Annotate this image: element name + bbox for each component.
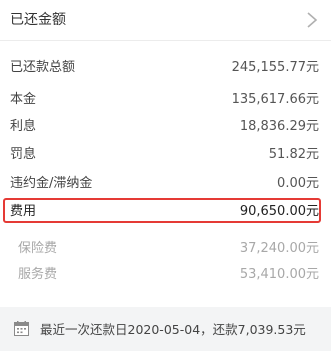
row-value: 245,155.77元 bbox=[231, 60, 319, 75]
row-label: 已还款总额 bbox=[10, 60, 76, 75]
calendar-icon bbox=[14, 321, 29, 336]
highlight-box bbox=[3, 198, 321, 223]
row-total-repaid: 已还款总额 245,155.77元 bbox=[0, 53, 331, 79]
row-value: 0.00元 bbox=[277, 176, 319, 191]
last-repayment-footer: 最近一次还款日2020-05-04，还款7,039.53元 bbox=[0, 307, 331, 351]
row-label: 罚息 bbox=[10, 147, 37, 162]
header-divider bbox=[0, 40, 331, 41]
row-penalty-interest: 罚息 51.82元 bbox=[0, 140, 331, 166]
row-value: 51.82元 bbox=[268, 147, 319, 162]
row-label: 保险费 bbox=[18, 241, 58, 256]
chevron-right-icon[interactable] bbox=[305, 11, 319, 29]
row-label: 违约金/滞纳金 bbox=[10, 176, 93, 191]
row-value: 18,836.29元 bbox=[239, 119, 319, 134]
row-label: 服务费 bbox=[18, 267, 58, 282]
repaid-amount-card: 已还金额 已还款总额 245,155.77元 本金 135,617.66元 利息… bbox=[0, 0, 331, 307]
row-service-fee: 服务费 53,410.00元 bbox=[0, 260, 331, 286]
row-interest: 利息 18,836.29元 bbox=[0, 112, 331, 138]
row-insurance-fee: 保险费 37,240.00元 bbox=[0, 234, 331, 260]
row-label: 利息 bbox=[10, 119, 37, 134]
last-repayment-text: 最近一次还款日2020-05-04，还款7,039.53元 bbox=[40, 322, 306, 337]
row-label: 本金 bbox=[10, 92, 37, 107]
row-late-fee: 违约金/滞纳金 0.00元 bbox=[0, 169, 331, 195]
repaid-amount-header[interactable]: 已还金额 bbox=[0, 0, 331, 40]
row-value: 53,410.00元 bbox=[239, 267, 319, 282]
row-principal: 本金 135,617.66元 bbox=[0, 85, 331, 111]
row-value: 37,240.00元 bbox=[239, 241, 319, 256]
page-title: 已还金额 bbox=[10, 12, 66, 28]
row-value: 135,617.66元 bbox=[231, 92, 319, 107]
